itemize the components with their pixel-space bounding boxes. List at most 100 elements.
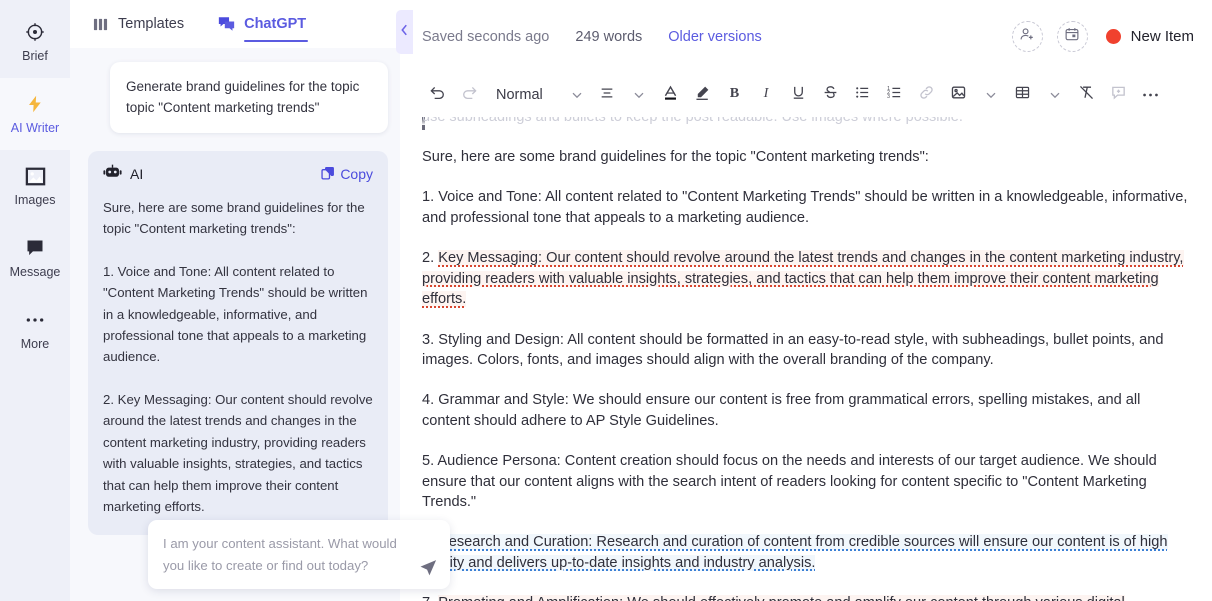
tab-chatgpt-label: ChatGPT: [244, 16, 307, 32]
strikethrough-button[interactable]: [816, 80, 846, 110]
bold-icon: B: [726, 84, 743, 106]
insert-image-button[interactable]: [944, 80, 974, 110]
older-versions-link[interactable]: Older versions: [668, 29, 761, 45]
lightning-icon: [24, 93, 46, 115]
undo-icon: [429, 84, 446, 106]
highlight-button[interactable]: [688, 80, 718, 110]
composer-wrapper: I am your content assistant. What would …: [148, 520, 450, 589]
text-color-button[interactable]: [656, 80, 686, 110]
svg-text:I: I: [763, 85, 770, 101]
conversation-scroll[interactable]: Generate brand guidelines for the topic …: [70, 48, 400, 601]
copy-icon: [321, 166, 335, 183]
paragraph-text-flagged[interactable]: Key Messaging: Our content should revolv…: [422, 250, 1184, 308]
text-color-icon: [662, 84, 679, 106]
robot-icon: [103, 164, 122, 185]
ai-message-card: AI Copy Sure, here are some brand guidel…: [88, 150, 388, 536]
new-item-label: New Item: [1130, 28, 1194, 45]
numbered-list-button[interactable]: 1 2 3: [880, 80, 910, 110]
chat-composer[interactable]: I am your content assistant. What would …: [148, 520, 450, 589]
rail-item-brief[interactable]: Brief: [0, 6, 70, 78]
add-user-icon: [1019, 26, 1035, 47]
more-options-button[interactable]: [1136, 80, 1166, 110]
more-icon: [1142, 86, 1159, 104]
italic-button[interactable]: I: [752, 80, 782, 110]
document-body[interactable]: use subheadings and bullets to keep the …: [400, 117, 1212, 601]
templates-icon: [92, 16, 109, 33]
formatting-toolbar: Normal B I 1 2 3: [400, 73, 1212, 117]
assistant-panel: Templates ChatGPT Generate brand guideli…: [70, 0, 450, 601]
comment-icon: [1110, 84, 1127, 106]
table-dropdown[interactable]: [1040, 80, 1070, 110]
paragraph-text: 5. Audience Persona: Content creation sh…: [422, 453, 1157, 511]
image-icon: [950, 84, 967, 106]
image-icon: [24, 165, 46, 187]
tab-templates-label: Templates: [118, 16, 185, 32]
undo-button[interactable]: [422, 80, 452, 110]
editor-actions: New Item: [1011, 21, 1194, 52]
image-dropdown[interactable]: [976, 80, 1006, 110]
redo-button[interactable]: [454, 80, 484, 110]
ellipsis-icon: [24, 309, 46, 331]
share-button[interactable]: [1011, 21, 1043, 52]
word-count: 249 words: [575, 28, 643, 45]
paragraph-prefix: 2.: [422, 250, 439, 267]
rail-item-images[interactable]: Images: [0, 150, 70, 222]
svg-text:3: 3: [887, 94, 890, 100]
calendar-icon: [1064, 26, 1080, 47]
paragraph-text: 3. Styling and Design: All content shoul…: [422, 331, 1164, 368]
status-dot: [1105, 29, 1121, 44]
ai-label: AI: [130, 166, 144, 183]
bullet-list-icon: [854, 84, 871, 106]
link-button[interactable]: [912, 80, 942, 110]
send-icon[interactable]: [419, 558, 438, 577]
bullet-list-button[interactable]: [848, 80, 878, 110]
insert-table-button[interactable]: [1008, 80, 1038, 110]
chevron-left-icon: [399, 23, 410, 42]
paragraph-style-select[interactable]: Normal: [496, 87, 584, 103]
paragraph-text-flagged[interactable]: Promoting and Amplification: We should e…: [438, 595, 1125, 601]
rail-item-message[interactable]: Message: [0, 222, 70, 294]
schedule-button[interactable]: [1056, 21, 1088, 52]
redo-icon: [461, 84, 478, 106]
chat-icon: [218, 16, 235, 33]
bold-button[interactable]: B: [720, 80, 750, 110]
rail-item-ai-writer[interactable]: AI Writer: [0, 78, 70, 150]
copy-button[interactable]: Copy: [321, 166, 373, 183]
tab-templates[interactable]: Templates: [92, 0, 184, 48]
user-message-text: Generate brand guidelines for the topic …: [126, 79, 360, 116]
paragraph-text: Sure, here are some brand guidelines for…: [422, 149, 929, 165]
rail-label-ai-writer: AI Writer: [10, 121, 60, 136]
app-root: Brief AI Writer Images Message More Temp…: [0, 0, 1212, 601]
tab-chatgpt[interactable]: ChatGPT: [218, 0, 309, 48]
underline-icon: [790, 84, 807, 106]
underline-button[interactable]: [784, 80, 814, 110]
ai-message-text: Sure, here are some brand guidelines for…: [103, 199, 373, 514]
align-dropdown[interactable]: [624, 80, 654, 110]
strikethrough-icon: [822, 84, 839, 106]
clear-formatting-button[interactable]: [1072, 80, 1102, 110]
rail-item-more[interactable]: More: [0, 294, 70, 366]
editor-pane: Saved seconds ago 249 words Older versio…: [400, 0, 1212, 601]
paragraph-text-flagged[interactable]: Research and Curation: Research and cura…: [422, 534, 1168, 571]
copy-label: Copy: [340, 166, 373, 183]
message-icon: [24, 237, 46, 259]
ai-card-header: AI Copy: [103, 164, 373, 185]
paragraph-1: 1. Voice and Tone: All content related t…: [422, 187, 1190, 228]
document-meta: Saved seconds ago 249 words Older versio…: [422, 29, 762, 45]
chevron-down-icon: [571, 89, 584, 102]
new-item-button[interactable]: New Item: [1105, 28, 1194, 45]
rail-label-images: Images: [14, 193, 56, 208]
chat-input-placeholder[interactable]: I am your content assistant. What would …: [163, 533, 408, 576]
comment-button[interactable]: [1104, 80, 1134, 110]
rail-label-message: Message: [9, 265, 61, 280]
rail-label-more: More: [20, 337, 50, 352]
clipped-previous-line: use subheadings and bullets to keep the …: [422, 117, 1190, 131]
align-button[interactable]: [592, 80, 622, 110]
paragraph-2: 2. Key Messaging: Our content should rev…: [422, 248, 1190, 309]
chevron-down-icon: [984, 89, 997, 102]
numbered-list-icon: 1 2 3: [886, 84, 903, 106]
collapse-panel-button[interactable]: [396, 10, 413, 54]
paragraph-style-value: Normal: [496, 87, 543, 103]
align-icon: [599, 85, 615, 106]
chevron-down-icon: [1048, 89, 1061, 102]
